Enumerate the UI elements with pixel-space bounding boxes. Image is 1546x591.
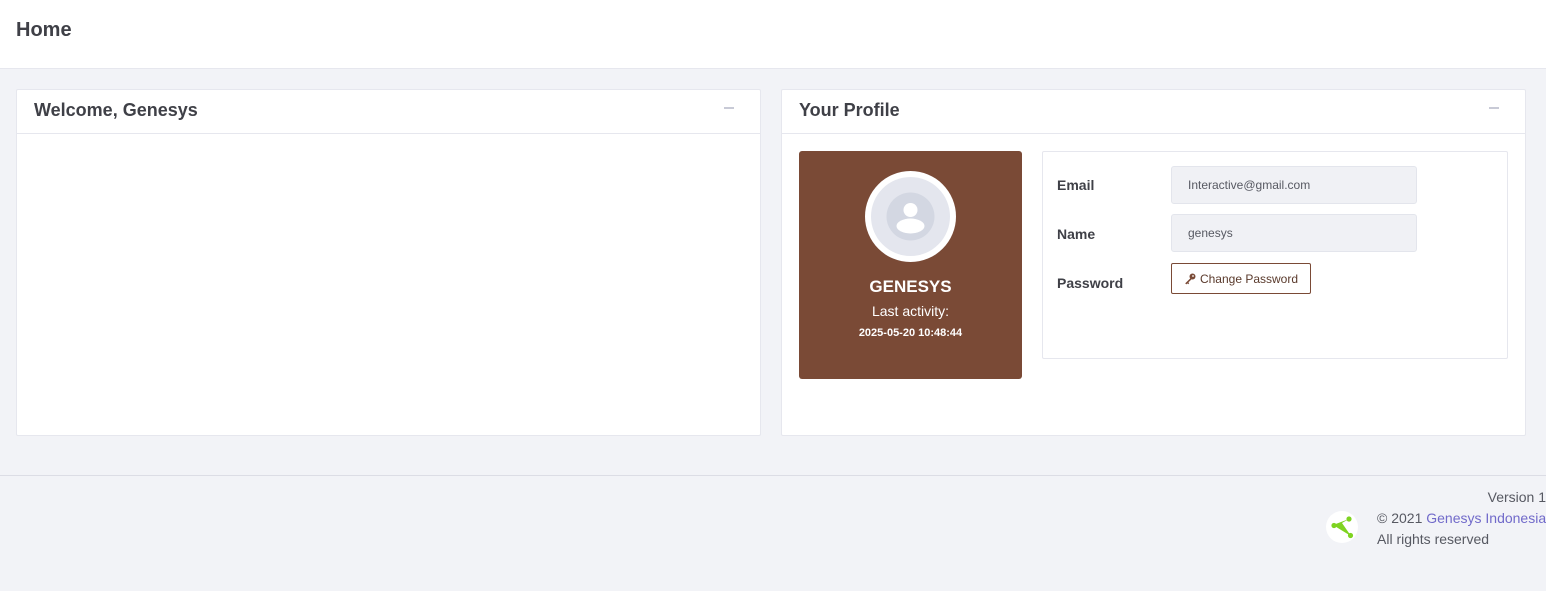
avatar-panel: GENESYS Last activity: 2025-05-20 10:48:… <box>799 151 1022 379</box>
copyright-text: © 2021 <box>1377 510 1423 526</box>
email-field[interactable] <box>1171 166 1417 204</box>
minus-icon[interactable] <box>724 107 736 117</box>
password-label: Password <box>1057 275 1124 291</box>
last-activity-value: 2025-05-20 10:48:44 <box>858 327 963 339</box>
welcome-card-title: Welcome, Genesys <box>34 100 198 120</box>
change-password-label: Change Password <box>1199 271 1299 286</box>
name-label: Name <box>1057 226 1096 242</box>
user-avatar-icon <box>871 177 950 256</box>
footer-rights: All rights reserved <box>1377 531 1490 547</box>
profile-card-header: Your Profile <box>782 90 1525 134</box>
page-title: Home <box>16 19 72 41</box>
minus-icon[interactable] <box>1489 107 1501 117</box>
name-field[interactable] <box>1171 214 1417 252</box>
welcome-card-header: Welcome, Genesys <box>17 90 760 134</box>
email-label: Email <box>1057 177 1095 193</box>
profile-details: Email Name Password Change Password <box>1042 151 1508 359</box>
footer: Version 1 © 2021 Genesys Indonesia All r… <box>0 475 1546 591</box>
profile-display-name: GENESYS <box>869 277 952 296</box>
footer-version: Version 1 <box>1487 489 1546 505</box>
avatar <box>865 171 956 262</box>
footer-copyright: © 2021 Genesys Indonesia <box>1377 510 1546 526</box>
profile-card-title: Your Profile <box>799 100 900 120</box>
genesys-logo-icon <box>1326 511 1358 543</box>
page-header: Home <box>0 0 1546 69</box>
welcome-card: Welcome, Genesys <box>16 89 761 436</box>
key-icon <box>1184 273 1196 285</box>
change-password-button[interactable]: Change Password <box>1171 263 1311 294</box>
profile-card: Your Profile GENESYS Last activity: 2025… <box>781 89 1526 436</box>
last-activity-label: Last activity: <box>871 303 950 319</box>
company-link[interactable]: Genesys Indonesia <box>1426 510 1546 526</box>
